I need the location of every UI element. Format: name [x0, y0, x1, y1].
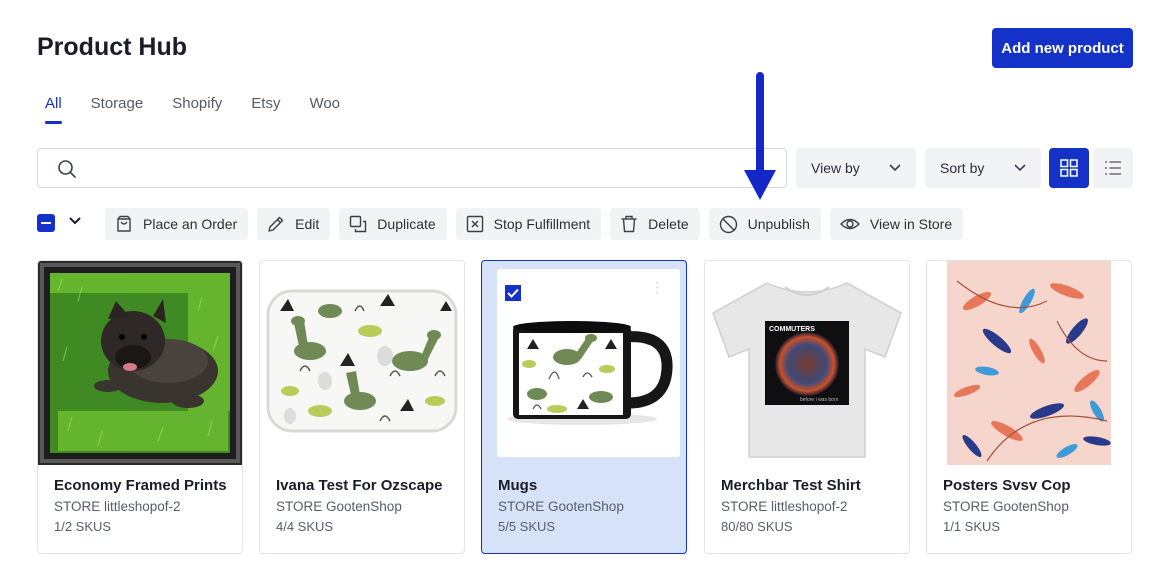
- framed-print-dog-image: [38, 261, 242, 465]
- chevron-down-icon: [1014, 164, 1026, 172]
- list-view-button[interactable]: [1093, 148, 1133, 188]
- bag-icon: [117, 215, 131, 232]
- view-by-label: View by: [811, 160, 860, 176]
- product-card[interactable]: Posters Svsv Cop STORE GootenShop 1/1 SK…: [926, 260, 1132, 554]
- search-box: [37, 148, 787, 188]
- product-store: STORE GootenShop: [498, 499, 624, 514]
- stop-fulfillment-label: Stop Fulfillment: [493, 216, 591, 232]
- tab-all[interactable]: All: [45, 95, 62, 125]
- commuters-shirt-image: COMMUTERS before i was born: [705, 261, 909, 465]
- tab-woo[interactable]: Woo: [309, 95, 340, 125]
- product-image: [497, 269, 680, 457]
- sort-by-dropdown[interactable]: Sort by: [925, 148, 1041, 188]
- product-skus: 4/4 SKUS: [276, 519, 334, 534]
- product-select-checkbox[interactable]: [503, 283, 523, 303]
- delete-label: Delete: [648, 216, 689, 232]
- product-image: [38, 261, 242, 465]
- bulk-action-bar: Place an Order Edit Duplicate Stop Fulfi…: [105, 208, 972, 240]
- chevron-down-icon[interactable]: [67, 213, 83, 229]
- view-in-store-label: View in Store: [869, 216, 953, 232]
- product-skus: 80/80 SKUS: [721, 519, 793, 534]
- shirt-band-text: COMMUTERS: [769, 326, 815, 333]
- product-store: STORE GootenShop: [276, 499, 402, 514]
- shirt-caption-text: before i was born: [800, 397, 839, 403]
- grid-icon: [1060, 159, 1078, 177]
- product-card[interactable]: Ivana Test For Ozscape STORE GootenShop …: [259, 260, 465, 554]
- unpublish-label: Unpublish: [747, 216, 810, 232]
- trash-icon: [621, 215, 637, 233]
- product-card[interactable]: Economy Framed Prints STORE littleshopof…: [37, 260, 243, 554]
- duplicate-label: Duplicate: [377, 216, 436, 232]
- place-order-label: Place an Order: [143, 216, 238, 232]
- x-box-icon: [466, 215, 483, 233]
- product-skus: 1/2 SKUS: [54, 519, 112, 534]
- sort-by-label: Sort by: [940, 160, 985, 176]
- annotation-arrow-icon: [744, 72, 776, 200]
- product-image: [260, 261, 464, 465]
- select-all-checkbox[interactable]: [37, 214, 55, 232]
- view-in-store-button[interactable]: View in Store: [829, 208, 964, 240]
- page-title: Product Hub: [37, 33, 187, 61]
- product-store: STORE littleshopof-2: [54, 499, 181, 514]
- stop-fulfillment-button[interactable]: Stop Fulfillment: [455, 208, 602, 240]
- dinosaur-mug-image: [497, 269, 680, 457]
- tab-storage[interactable]: Storage: [91, 95, 144, 125]
- product-skus: 5/5 SKUS: [498, 519, 556, 534]
- view-by-dropdown[interactable]: View by: [796, 148, 916, 188]
- delete-button[interactable]: Delete: [610, 208, 700, 240]
- edit-label: Edit: [295, 216, 320, 232]
- product-image: [927, 261, 1131, 465]
- add-new-product-button[interactable]: Add new product: [992, 28, 1133, 68]
- duplicate-icon: [350, 215, 367, 233]
- chevron-down-icon: [889, 164, 901, 172]
- ban-icon: [719, 215, 737, 233]
- search-input[interactable]: [86, 157, 776, 181]
- floral-poster-image: [927, 261, 1131, 465]
- unpublish-button[interactable]: Unpublish: [708, 208, 821, 240]
- product-store: STORE GootenShop: [943, 499, 1069, 514]
- place-order-button[interactable]: Place an Order: [105, 208, 249, 240]
- product-name: Economy Framed Prints: [54, 477, 227, 494]
- product-name: Ivana Test For Ozscape: [276, 477, 443, 494]
- product-card-selected[interactable]: ⋮ Mugs STORE GootenShop 5/5 SKUS: [481, 260, 687, 554]
- duplicate-button[interactable]: Duplicate: [339, 208, 447, 240]
- product-store: STORE littleshopof-2: [721, 499, 848, 514]
- dinosaur-bath-mat-image: [260, 261, 464, 465]
- more-options-icon[interactable]: ⋮: [650, 280, 664, 294]
- grid-view-button[interactable]: [1049, 148, 1089, 188]
- pencil-icon: [268, 216, 284, 232]
- product-name: Posters Svsv Cop: [943, 477, 1071, 494]
- list-icon: [1105, 161, 1121, 175]
- search-icon: [58, 160, 76, 178]
- tab-etsy[interactable]: Etsy: [251, 95, 280, 125]
- tab-shopify[interactable]: Shopify: [172, 95, 222, 125]
- check-icon: [507, 288, 519, 298]
- product-skus: 1/1 SKUS: [943, 519, 1001, 534]
- eye-icon: [839, 218, 860, 230]
- product-image: COMMUTERS before i was born: [705, 261, 909, 465]
- tab-bar: All Storage Shopify Etsy Woo: [45, 95, 369, 125]
- product-card[interactable]: COMMUTERS before i was born Merchbar Tes…: [704, 260, 910, 554]
- product-name: Mugs: [498, 477, 538, 494]
- edit-button[interactable]: Edit: [257, 208, 331, 240]
- product-name: Merchbar Test Shirt: [721, 477, 861, 494]
